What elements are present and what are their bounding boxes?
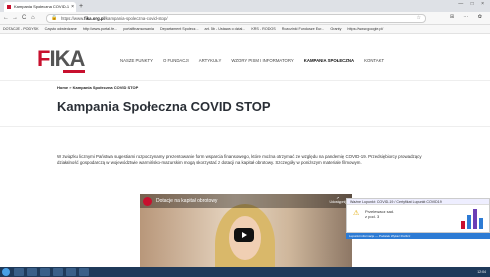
site-favicon-icon (7, 5, 11, 9)
title-divider (0, 126, 490, 127)
window-controls[interactable]: — □ × (458, 1, 487, 7)
bookmarks-bar: DOTACJE - PODYSK Często odwiedzane http://… (0, 25, 490, 34)
video-player[interactable]: Dotacje na kapitał obrotowy ↗ Udostępnij (140, 194, 352, 267)
notification-text: Przelewacz sad. z pod. 3 (365, 209, 394, 219)
main-navigation: NASZE PUNKTY O FUNDACJI ARTYKUŁY WZORY PISM… (120, 58, 394, 63)
breadcrumb-separator: » (69, 85, 72, 90)
notification-chart-icon (461, 209, 483, 229)
share-button[interactable]: ↗ Udostępnij (329, 196, 346, 204)
nav-item-kampania-społeczna[interactable]: KAMPANIA SPOŁECZNA (304, 58, 354, 63)
warning-icon: ⚠ (353, 210, 360, 217)
page-title: Kampania Społeczna COVID STOP (57, 99, 271, 114)
bookmark-item[interactable]: DOTACJE - PODYSK (3, 27, 39, 31)
browser-tab-bar: Kampania Społeczna COVID-1 × + — □ × (0, 0, 490, 12)
url-text: https://www.fika.org.pl/kampania-spolecz… (61, 16, 168, 21)
browser-toolbar: ← → C ⌂ 🔒 https://www.fika.org.pl/kampan… (0, 12, 490, 25)
bookmark-item[interactable]: portalfinansowania (123, 27, 154, 31)
toolbar-extension-icons[interactable]: ⊞ ⋯ ✿ (450, 14, 486, 20)
tab-title: Kampania Społeczna COVID-1 (14, 4, 70, 9)
nav-item-nasze-punkty[interactable]: NASZE PUNKTY (120, 58, 153, 63)
share-label: Udostępnij (329, 200, 346, 204)
notification-header: Ważne Lupunkt: COVID-19 / Certyfikat Lup… (347, 199, 489, 205)
os-taskbar: 12:04 (0, 267, 490, 277)
bookmark-item[interactable]: http://www.portal.fe... (83, 27, 117, 31)
tab-close-icon[interactable]: × (71, 2, 74, 12)
breadcrumb-current: Kampania Społeczna COVID STOP (72, 85, 139, 90)
lock-icon: 🔒 (51, 15, 58, 21)
bookmark-item[interactable]: KRS - RODOS (251, 27, 275, 31)
nav-item-wzory-pism-i-informatory[interactable]: WZORY PISM I INFORMATORY (231, 58, 293, 63)
bookmark-star-icon[interactable]: ☆ (417, 15, 421, 22)
bookmark-item[interactable]: art. 5b - Ustawa o dział... (205, 27, 246, 31)
nav-item-artykuły[interactable]: ARTYKUŁY (199, 58, 222, 63)
channel-avatar[interactable] (143, 197, 152, 206)
bookmark-item[interactable]: Departament Społecz... (160, 27, 199, 31)
app-status-bar: Lupunkt informacje — Podatek Wykaz Rozli… (346, 233, 490, 239)
breadcrumb: Home » Kampania Społeczna COVID STOP (57, 85, 138, 90)
notification-line-2: z pod. 3 (365, 214, 380, 219)
back-icon[interactable]: ← (3, 14, 9, 23)
bookmark-item[interactable]: Granty (330, 27, 341, 31)
logo-underline (63, 70, 85, 73)
bookmark-item[interactable]: Często odwiedzane (45, 27, 77, 31)
taskbar-app-icon[interactable] (79, 268, 89, 276)
taskbar-clock: 12:04 (477, 270, 486, 274)
taskbar-app-icon[interactable] (53, 268, 63, 276)
play-button[interactable] (234, 228, 254, 242)
reload-icon[interactable]: C (22, 14, 26, 23)
nav-item-o-fundacji[interactable]: O FUNDACJI (163, 58, 189, 63)
video-title-bar: Dotacje na kapitał obrotowy (140, 194, 352, 208)
bookmark-item[interactable]: https://www.google.pl/ (347, 27, 383, 31)
home-icon[interactable]: ⌂ (31, 14, 35, 23)
article-paragraph: W związku licznymi Państwa sugestiami ro… (57, 154, 422, 166)
taskbar-app-icon[interactable] (27, 268, 37, 276)
taskbar-app-icon[interactable] (66, 268, 76, 276)
notification-popup[interactable]: Ważne Lupunkt: COVID-19 / Certyfikat Lup… (346, 198, 490, 233)
address-bar[interactable]: 🔒 https://www.fika.org.pl/kampania-spole… (46, 14, 426, 23)
taskbar-app-icon[interactable] (14, 268, 24, 276)
start-button-icon[interactable] (2, 268, 10, 276)
header-divider (0, 80, 490, 81)
breadcrumb-home[interactable]: Home (57, 85, 68, 90)
browser-tab[interactable]: Kampania Społeczna COVID-1 × (4, 2, 76, 12)
forward-icon[interactable]: → (12, 14, 18, 23)
new-tab-icon[interactable]: + (79, 2, 83, 11)
video-title[interactable]: Dotacje na kapitał obrotowy (156, 198, 217, 204)
site-logo[interactable]: FIKA (37, 48, 85, 70)
taskbar-app-icon[interactable] (40, 268, 50, 276)
bookmark-item[interactable]: Rozczinki Fundusze Eur... (282, 27, 325, 31)
nav-item-kontakt[interactable]: KONTAKT (364, 58, 384, 63)
